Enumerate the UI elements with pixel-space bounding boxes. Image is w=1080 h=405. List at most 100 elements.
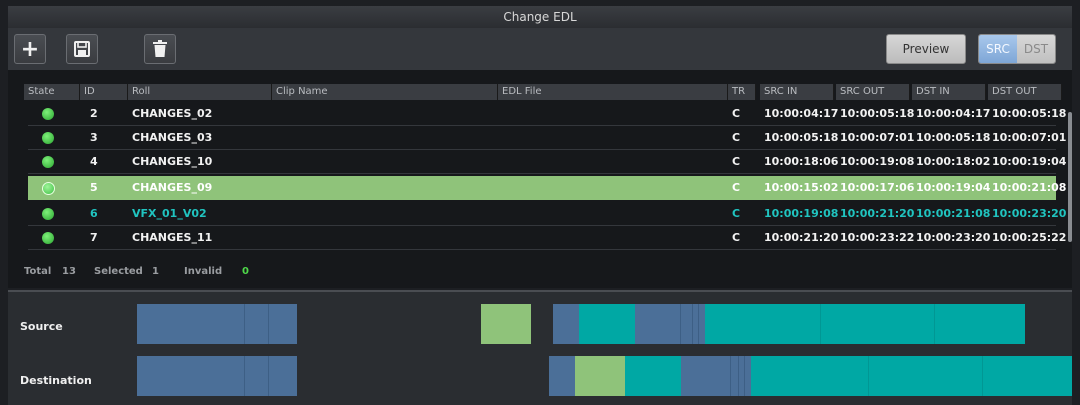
cell-dst-in: 10:00:04:17 bbox=[916, 107, 991, 120]
selected-label: Selected bbox=[94, 266, 143, 277]
source-clip[interactable] bbox=[137, 304, 297, 344]
clip-divider bbox=[692, 304, 693, 344]
src-dst-toggle: SRC DST bbox=[978, 34, 1056, 64]
dst-toggle-button[interactable]: DST bbox=[1017, 35, 1055, 63]
column-header-dst-out[interactable]: DST OUT bbox=[988, 84, 1062, 100]
source-clip[interactable] bbox=[553, 304, 579, 344]
destination-clip[interactable] bbox=[681, 356, 751, 396]
clip-divider bbox=[738, 356, 739, 396]
cell-src-out: 10:00:23:22 bbox=[840, 231, 915, 244]
column-header-clip-name[interactable]: Clip Name bbox=[272, 84, 498, 100]
destination-clip[interactable] bbox=[549, 356, 575, 396]
column-header-dst-in[interactable]: DST IN bbox=[912, 84, 986, 100]
column-header-edl-file[interactable]: EDL File bbox=[498, 84, 728, 100]
destination-clip[interactable] bbox=[751, 356, 1072, 396]
column-header-src-in[interactable]: SRC IN bbox=[760, 84, 834, 100]
window-title: Change EDL bbox=[8, 6, 1072, 29]
clip-divider bbox=[744, 356, 745, 396]
cell-dst-out: 10:00:23:20 bbox=[992, 207, 1067, 220]
cell-dst-out: 10:00:25:22 bbox=[992, 231, 1067, 244]
cell-tr: C bbox=[732, 181, 741, 194]
destination-clip[interactable] bbox=[137, 356, 297, 396]
invalid-label: Invalid bbox=[184, 266, 223, 277]
cell-src-in: 10:00:15:02 bbox=[764, 181, 839, 194]
clip-divider bbox=[244, 356, 245, 396]
column-header-state[interactable]: State bbox=[24, 84, 80, 100]
source-clip-selected[interactable] bbox=[481, 304, 531, 344]
cell-id: 6 bbox=[90, 207, 98, 220]
state-ok-icon bbox=[42, 182, 55, 195]
state-ok-icon bbox=[42, 232, 54, 244]
cell-roll: CHANGES_02 bbox=[132, 107, 213, 120]
cell-src-in: 10:00:05:18 bbox=[764, 131, 839, 144]
cell-id: 2 bbox=[90, 107, 98, 120]
cell-roll: CHANGES_03 bbox=[132, 131, 213, 144]
clip-divider bbox=[268, 304, 269, 344]
floppy-disk-icon bbox=[74, 41, 90, 57]
source-clip[interactable] bbox=[635, 304, 705, 344]
column-header-roll[interactable]: Roll bbox=[128, 84, 272, 100]
destination-clip-vfx[interactable] bbox=[625, 356, 681, 396]
clip-divider bbox=[268, 356, 269, 396]
column-header-id[interactable]: ID bbox=[80, 84, 128, 100]
clip-divider bbox=[698, 304, 699, 344]
toolbar: + Preview SRC DST bbox=[8, 28, 1072, 70]
cell-roll: CHANGES_09 bbox=[132, 181, 213, 194]
column-header-tr[interactable]: TR bbox=[728, 84, 756, 100]
plus-icon: + bbox=[20, 36, 40, 62]
cell-dst-out: 10:00:21:08 bbox=[992, 181, 1067, 194]
cell-tr: C bbox=[732, 207, 741, 220]
source-track-label: Source bbox=[20, 320, 63, 333]
table-row[interactable]: 6 VFX_01_V02 C 10:00:19:08 10:00:21:20 1… bbox=[28, 202, 1066, 226]
clip-divider bbox=[868, 356, 869, 396]
table-row[interactable]: 4 CHANGES_10 C 10:00:18:06 10:00:19:08 1… bbox=[28, 150, 1066, 174]
table-scrollbar[interactable] bbox=[1068, 112, 1072, 242]
preview-button[interactable]: Preview bbox=[886, 34, 966, 64]
total-value: 13 bbox=[62, 266, 76, 277]
cell-id: 3 bbox=[90, 131, 98, 144]
destination-clip-selected[interactable] bbox=[575, 356, 625, 396]
cell-id: 4 bbox=[90, 155, 98, 168]
cell-id: 7 bbox=[90, 231, 98, 244]
state-ok-icon bbox=[42, 108, 54, 120]
total-label: Total bbox=[24, 266, 52, 277]
clip-divider bbox=[730, 356, 731, 396]
selected-value: 1 bbox=[152, 266, 159, 277]
cell-roll: CHANGES_10 bbox=[132, 155, 213, 168]
delete-button[interactable] bbox=[144, 34, 176, 64]
cell-dst-in: 10:00:21:08 bbox=[916, 207, 991, 220]
state-ok-icon bbox=[42, 132, 54, 144]
cell-tr: C bbox=[732, 131, 741, 144]
cell-dst-in: 10:00:23:20 bbox=[916, 231, 991, 244]
cell-src-in: 10:00:04:17 bbox=[764, 107, 839, 120]
trash-icon bbox=[153, 40, 167, 57]
state-ok-icon bbox=[42, 156, 54, 168]
edl-table: State ID Roll Clip Name EDL File TR SRC … bbox=[8, 70, 1072, 288]
cell-src-out: 10:00:17:06 bbox=[840, 181, 915, 194]
table-row[interactable]: 3 CHANGES_03 C 10:00:05:18 10:00:07:01 1… bbox=[28, 126, 1066, 150]
cell-tr: C bbox=[732, 231, 741, 244]
cell-src-out: 10:00:07:01 bbox=[840, 131, 915, 144]
cell-id: 5 bbox=[90, 181, 98, 194]
cell-roll: VFX_01_V02 bbox=[132, 207, 207, 220]
cell-dst-in: 10:00:18:02 bbox=[916, 155, 991, 168]
column-header-src-out[interactable]: SRC OUT bbox=[836, 84, 910, 100]
add-button[interactable]: + bbox=[14, 34, 46, 64]
table-row[interactable]: 2 CHANGES_02 C 10:00:04:17 10:00:05:18 1… bbox=[28, 102, 1066, 126]
cell-src-in: 10:00:19:08 bbox=[764, 207, 839, 220]
timeline-panel: Source Destination bbox=[8, 290, 1072, 405]
cell-dst-out: 10:00:19:04 bbox=[992, 155, 1067, 168]
cell-dst-out: 10:00:05:18 bbox=[992, 107, 1067, 120]
save-button[interactable] bbox=[66, 34, 98, 64]
source-clip-vfx[interactable] bbox=[579, 304, 635, 344]
cell-src-out: 10:00:05:18 bbox=[840, 107, 915, 120]
src-toggle-button[interactable]: SRC bbox=[979, 35, 1017, 63]
clip-divider bbox=[934, 304, 935, 344]
table-row-selected[interactable]: 5 CHANGES_09 C 10:00:15:02 10:00:17:06 1… bbox=[28, 176, 1066, 200]
cell-src-in: 10:00:18:06 bbox=[764, 155, 839, 168]
source-clip[interactable] bbox=[705, 304, 1025, 344]
clip-divider bbox=[680, 304, 681, 344]
cell-dst-in: 10:00:05:18 bbox=[916, 131, 991, 144]
table-row[interactable]: 7 CHANGES_11 C 10:00:21:20 10:00:23:22 1… bbox=[28, 226, 1066, 250]
cell-tr: C bbox=[732, 107, 741, 120]
